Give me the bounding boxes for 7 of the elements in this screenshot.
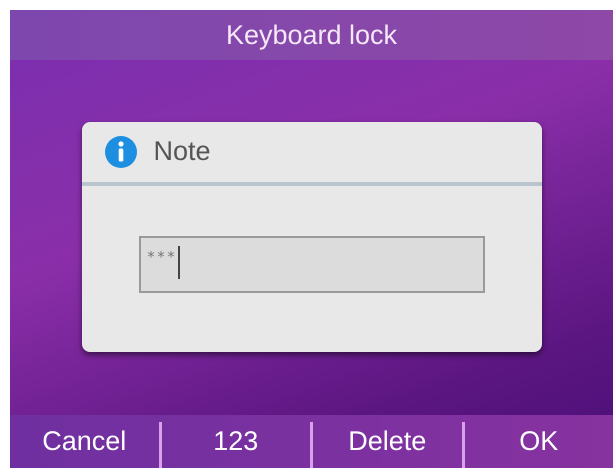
screen-title: Keyboard lock xyxy=(226,18,398,52)
info-icon xyxy=(104,134,138,168)
softkey-button[interactable]: OK xyxy=(464,421,613,462)
softkey-button[interactable]: Cancel xyxy=(10,421,158,462)
softkey-button[interactable]: Delete xyxy=(313,421,462,462)
dialog-title: Note xyxy=(154,135,211,168)
softkey-button[interactable]: 123 xyxy=(162,421,310,462)
